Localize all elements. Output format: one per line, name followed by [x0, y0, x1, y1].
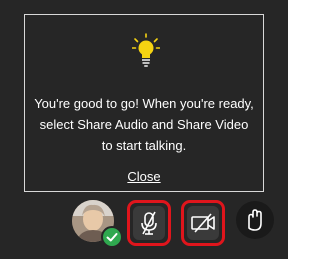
- microphone-muted-icon: [141, 211, 157, 235]
- raise-hand-button[interactable]: [236, 201, 274, 239]
- check-icon: [101, 226, 123, 248]
- camera-off-icon: [191, 213, 215, 233]
- close-link[interactable]: Close: [25, 169, 263, 184]
- share-audio-highlight: [127, 200, 171, 246]
- tip-message: You're good to go! When you're ready, se…: [34, 96, 254, 153]
- getting-started-tip: You're good to go! When you're ready, se…: [24, 14, 264, 192]
- session-controls: [0, 192, 288, 259]
- raise-hand-icon: [248, 209, 262, 231]
- share-video-button[interactable]: [187, 206, 219, 240]
- share-audio-button[interactable]: [133, 206, 165, 240]
- collaborate-panel: You're good to go! When you're ready, se…: [0, 0, 288, 259]
- share-video-highlight: [181, 200, 225, 246]
- lightbulb-icon: [132, 33, 160, 69]
